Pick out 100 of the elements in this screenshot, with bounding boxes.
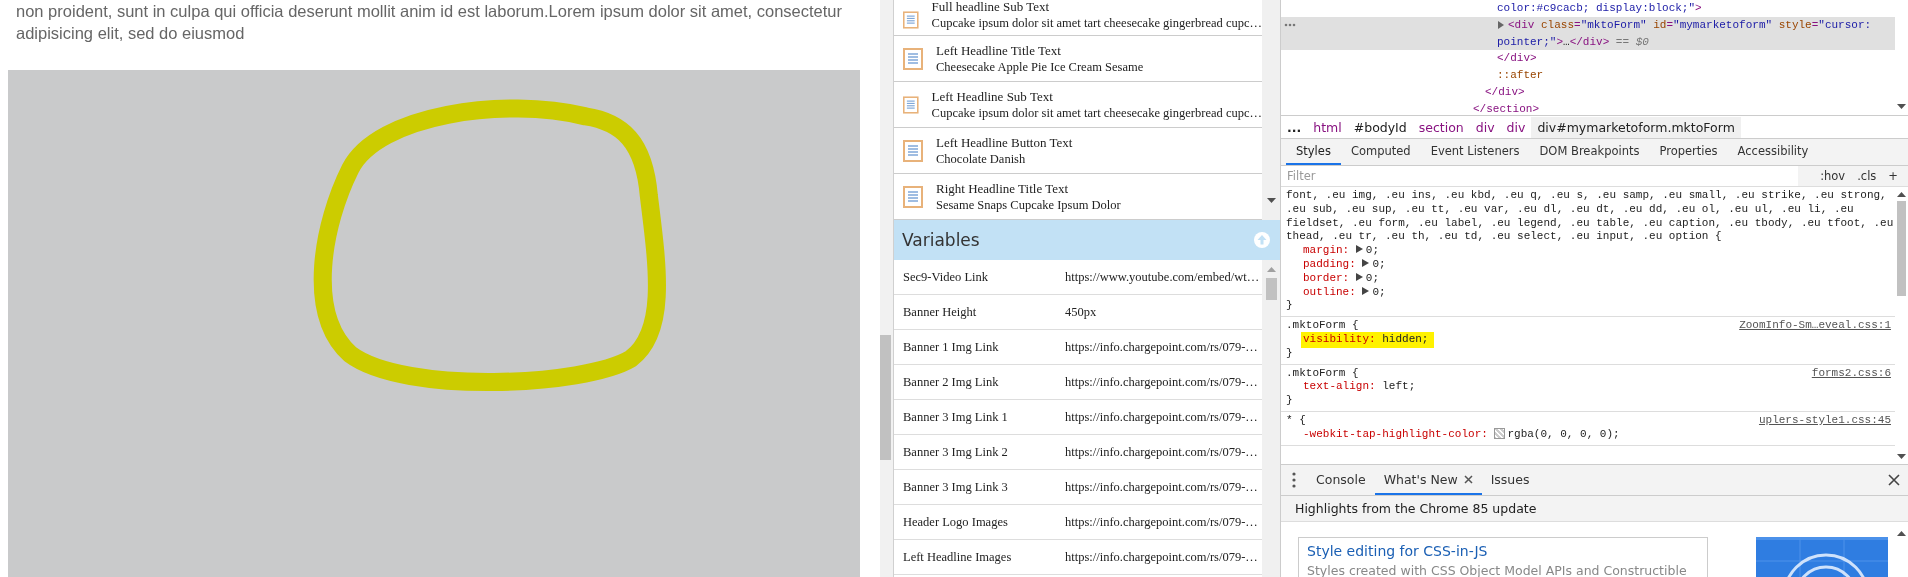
breadcrumb[interactable]: div — [1500, 116, 1532, 138]
code-line[interactable]: </div> — [1281, 84, 1895, 101]
toolbar-button[interactable]: .cls — [1853, 169, 1881, 183]
tab[interactable]: DOM Breakpoints — [1529, 139, 1650, 165]
close-icon[interactable] — [1888, 474, 1900, 486]
color-swatch[interactable] — [1494, 428, 1506, 440]
list-item[interactable]: Left Headline Button Text Chocolate Danish — [894, 128, 1262, 174]
tab[interactable]: Event Listeners — [1420, 139, 1530, 165]
scroll-up-icon[interactable] — [1897, 191, 1906, 197]
expand-icon[interactable] — [1355, 272, 1363, 281]
variable-value: https://info.chargepoint.com/rs/079-… — [1065, 479, 1258, 495]
property-value: rgba(0, 0, 0, 0); — [1507, 427, 1620, 440]
property-value: 0; — [1365, 244, 1380, 257]
variable-name: Left Headline Images — [903, 549, 1013, 565]
property-value: 0; — [1372, 258, 1386, 270]
property-name: padding: — [1303, 258, 1356, 270]
document-icon — [903, 47, 923, 70]
scrollbar[interactable] — [1262, 0, 1280, 577]
feature-card[interactable]: Style editing for CSS-in-JS Styles created with CSS Object Model APIs and Constructible — [1298, 537, 1708, 577]
item-subtitle: Cupcake ipsum dolor sit amet tart cheesecake gingerbread cupc… — [931, 15, 1262, 31]
code-line[interactable]: </section> — [1281, 100, 1895, 115]
tab[interactable]: Accessibility — [1727, 139, 1819, 165]
property-name: -webkit-tap-highlight-color: — [1303, 427, 1488, 440]
document-icon — [903, 9, 919, 31]
variable-value: 450px — [1065, 304, 1097, 320]
item-subtitle: Sesame Snaps Cupcake Ipsum Dolor — [936, 196, 1121, 213]
variable-name: Sec9-Video Link — [903, 269, 989, 285]
code-line[interactable]: </div> — [1281, 50, 1895, 68]
variable-value: https://info.chargepoint.com/rs/079-… — [1065, 374, 1258, 390]
body-paragraph: non proident, sunt in culpa qui officia deserunt mollit anim id est laborum.Lorem ipsum dolor sit amet, consectetur adipisicing elit, sed do eiusmod — [15, 1, 844, 44]
tab[interactable]: Console — [1307, 465, 1375, 495]
css-selector: fieldset, .eu form, .eu label, .eu legend, .eu table, .eu caption, .eu tbody, .eu tfoot, .eu — [1286, 216, 1894, 231]
item-subtitle: Cheesecake Apple Pie Ice Cream Sesame — [936, 58, 1144, 75]
css-selector: * { — [1286, 413, 1306, 428]
variable-value: https://info.chargepoint.com/rs/079-… — [1065, 514, 1258, 530]
close-icon[interactable] — [1463, 474, 1473, 484]
expand-icon[interactable] — [1362, 286, 1370, 295]
property-value: 0; — [1372, 285, 1386, 298]
css-selector: .mktoForm { — [1286, 366, 1359, 381]
breadcrumb[interactable]: div#mymarketoform.mktoForm — [1531, 116, 1741, 138]
property-name: outline: — [1303, 285, 1356, 298]
scrollbar-thumb[interactable] — [1897, 201, 1906, 296]
item-subtitle: Chocolate Danish — [936, 150, 1027, 167]
breadcrumb[interactable]: ... — [1281, 116, 1308, 138]
item-subtitle: Cupcake ipsum dolor sit amet tart cheesecake gingerbread cupc… — [931, 104, 1262, 121]
css-selector: font, .eu img, .eu ins, .eu kbd, .eu q, .eu s, .eu samp, .eu small, .eu strike, .eu strong, — [1286, 189, 1887, 203]
item-title: Left Headline Sub Text — [931, 88, 1054, 105]
list-item[interactable]: Full headline Sub Text Cupcake ipsum dolor sit amet tart cheesecake gingerbread cupc… — [894, 0, 1262, 36]
source-link[interactable]: forms2.css:6 — [1811, 366, 1891, 381]
breadcrumb[interactable]: section — [1412, 116, 1470, 138]
scroll-down-icon[interactable] — [1897, 454, 1906, 460]
tab[interactable]: Issues — [1481, 465, 1539, 495]
variable-name: Header Logo Images — [903, 514, 1009, 530]
scroll-up-icon[interactable] — [1897, 530, 1906, 536]
closing-brace: } — [1286, 346, 1293, 361]
property-name: border: — [1303, 271, 1350, 284]
tab[interactable]: Computed — [1340, 139, 1421, 165]
variable-name: Banner 3 Img Link 3 — [903, 479, 1009, 495]
expand-icon[interactable] — [1362, 259, 1370, 267]
property-name: margin: — [1303, 244, 1350, 257]
item-title: Full headline Sub Text — [931, 0, 1051, 15]
source-link[interactable]: ZoomInfo-Sm…eveal.css:1 — [1739, 319, 1891, 333]
css-selector: .eu sub, .eu sup, .eu tt, .eu var, .eu dl, .eu dt, .eu dd, .eu ol, .eu ul, .eu li, .eu — [1286, 202, 1854, 217]
scrollbar[interactable] — [880, 0, 893, 577]
variable-value: https://info.chargepoint.com/rs/079-… — [1065, 444, 1258, 460]
variable-name: Banner 2 Img Link — [903, 374, 1000, 390]
property-value: left; — [1382, 380, 1416, 393]
css-selector: thead, .eu tr, .eu th, .eu td, .eu select, .eu input, .eu option { — [1286, 230, 1722, 245]
item-title: Left Headline Button Text — [936, 134, 1073, 151]
closing-brace: } — [1286, 299, 1293, 314]
scroll-down-icon[interactable] — [1897, 104, 1906, 110]
property-value: hidden; — [1382, 332, 1429, 345]
banner-text: Highlights from the Chrome 85 update — [1281, 496, 1908, 522]
variable-value: https://www.youtube.com/embed/wt… — [1065, 269, 1260, 285]
toolbar-button[interactable]: + — [1884, 169, 1902, 183]
variable-value: https://info.chargepoint.com/rs/079-… — [1065, 549, 1258, 565]
variable-name: Banner Height — [903, 304, 978, 320]
source-link[interactable]: uplers-style1.css:45 — [1758, 413, 1891, 428]
card-description: Styles created with CSS Object Model APIs and Constructible — [1307, 563, 1688, 577]
scroll-down-icon[interactable] — [1266, 198, 1276, 204]
code-line[interactable]: color:#c9cacb; display:block;"> — [1281, 0, 1895, 17]
list-item[interactable]: Left Headline Sub Text Cupcake ipsum dolor sit amet tart cheesecake gingerbread cupc… — [894, 82, 1262, 128]
list-item[interactable]: Left Headline Title Text Cheesecake Apple Pie Ice Cream Sesame — [894, 36, 1262, 82]
variable-value: https://info.chargepoint.com/rs/079-… — [1065, 339, 1258, 355]
card-title[interactable]: Style editing for CSS-in-JS — [1307, 543, 1699, 559]
variable-value: https://info.chargepoint.com/rs/079-… — [1065, 409, 1258, 425]
expand-icon[interactable] — [1355, 245, 1363, 254]
breadcrumb[interactable]: html — [1307, 116, 1348, 138]
code-line[interactable]: ::after — [1281, 67, 1895, 84]
breadcrumb[interactable]: div — [1469, 116, 1501, 138]
expand-icon[interactable] — [1497, 20, 1505, 29]
css-selector: .mktoForm { — [1286, 319, 1359, 333]
more-icon[interactable] — [1284, 22, 1296, 27]
scrollbar-thumb[interactable] — [880, 335, 891, 460]
tab[interactable]: Styles — [1286, 139, 1341, 165]
toolbar-button[interactable]: :hov — [1816, 169, 1850, 183]
tab[interactable]: Properties — [1649, 139, 1728, 165]
item-title: Left Headline Title Text — [936, 42, 1062, 59]
breadcrumb[interactable]: #bodyId — [1347, 116, 1413, 138]
scrollbar-thumb[interactable] — [1265, 278, 1277, 300]
